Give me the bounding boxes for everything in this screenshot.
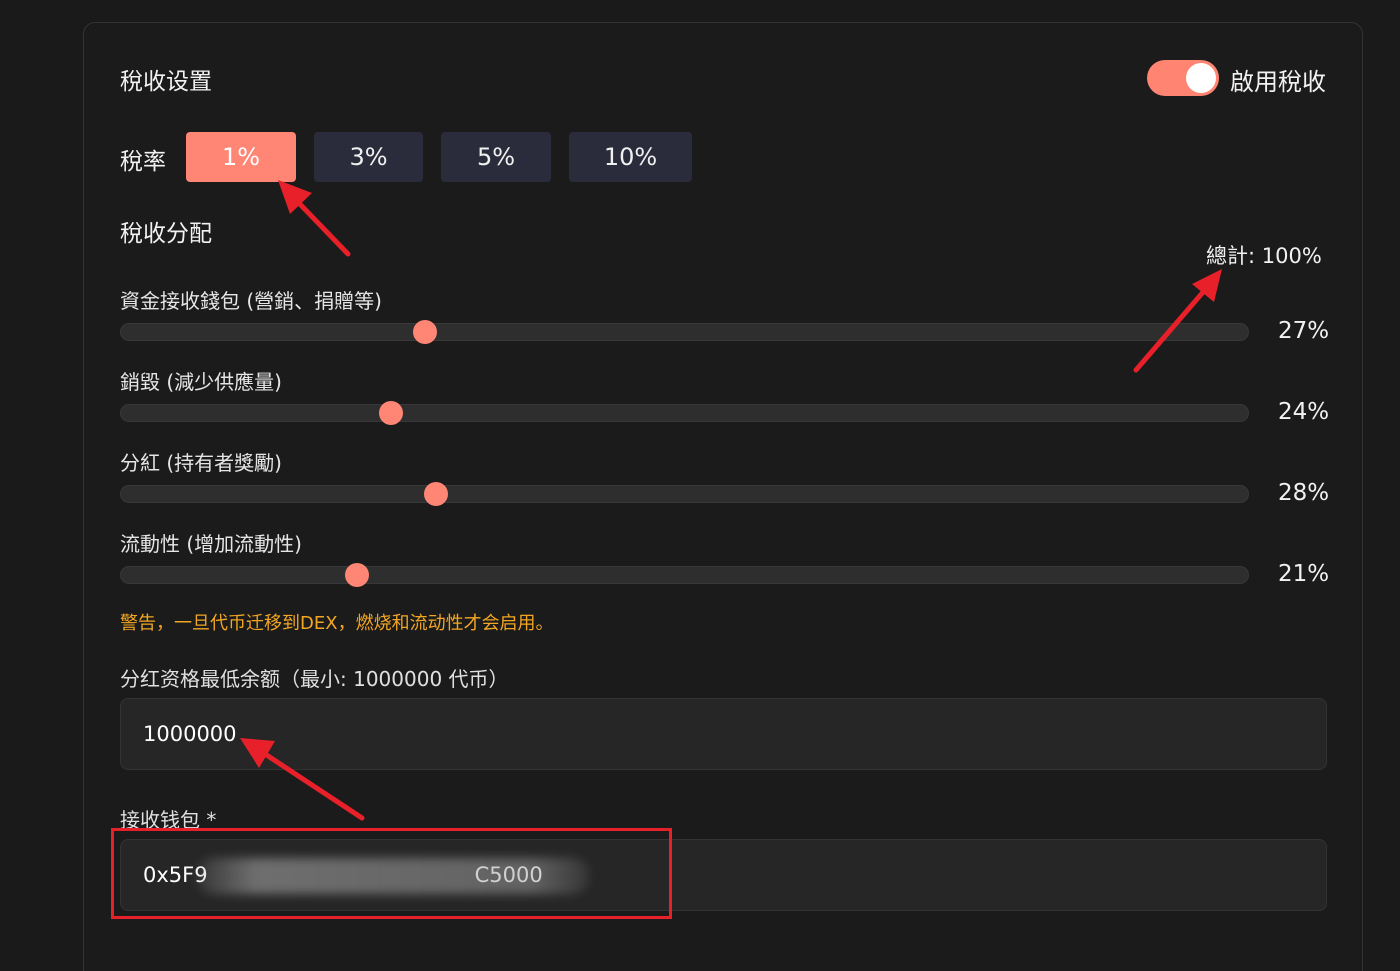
tax-rate-1-button[interactable]: 1%	[186, 132, 296, 182]
page-title: 稅收设置	[120, 69, 212, 95]
enable-tax-toggle[interactable]	[1147, 60, 1219, 96]
slider-value-treasury: 27%	[1278, 318, 1330, 344]
min-balance-input[interactable]	[120, 698, 1327, 770]
min-balance-label: 分红资格最低余额（最小: 1000000 代币）	[120, 667, 509, 691]
page: 稅收设置 啟用稅收 稅率 1% 3% 5% 10% 稅收分配 總計: 100% …	[0, 0, 1400, 971]
slider-label-treasury: 資金接收錢包 (營銷、捐贈等)	[120, 289, 382, 313]
slider-thumb-liquidity[interactable]	[345, 563, 370, 587]
receiving-wallet-label: 接收钱包 *	[120, 808, 217, 832]
slider-value-dividend: 28%	[1278, 480, 1330, 506]
slider-label-liquidity: 流動性 (增加流動性)	[120, 532, 302, 556]
slider-value-burn: 24%	[1278, 399, 1330, 425]
distribution-total: 總計: 100%	[1206, 244, 1322, 268]
enable-tax-label: 啟用稅收	[1230, 68, 1326, 96]
slider-track-dividend[interactable]	[120, 485, 1249, 503]
distribution-title: 稅收分配	[120, 221, 212, 247]
slider-track-liquidity[interactable]	[120, 566, 1249, 584]
receiving-wallet-input[interactable]	[120, 839, 1327, 911]
tax-rate-5-button[interactable]: 5%	[441, 132, 551, 182]
slider-thumb-burn[interactable]	[378, 401, 403, 425]
slider-track-treasury[interactable]	[120, 323, 1249, 341]
slider-thumb-treasury[interactable]	[412, 320, 437, 344]
slider-label-burn: 銷毀 (減少供應量)	[120, 370, 282, 394]
tax-rate-3-button[interactable]: 3%	[314, 132, 423, 182]
slider-value-liquidity: 21%	[1278, 561, 1330, 587]
slider-track-burn[interactable]	[120, 404, 1249, 422]
tax-rate-10-button[interactable]: 10%	[569, 132, 692, 182]
toggle-knob	[1186, 63, 1216, 93]
slider-label-dividend: 分紅 (持有者獎勵)	[120, 451, 282, 475]
slider-thumb-dividend[interactable]	[424, 482, 449, 506]
tax-rate-label: 稅率	[120, 149, 166, 175]
dex-warning-text: 警告，一旦代币迁移到DEX，燃烧和流动性才会启用。	[120, 613, 554, 634]
